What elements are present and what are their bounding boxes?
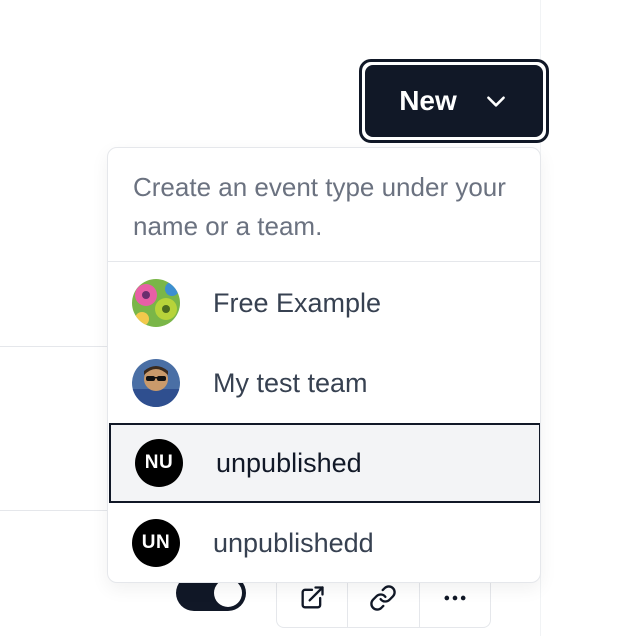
menu-item-label: Free Example — [213, 287, 382, 318]
dropdown-description: Create an event type under your name or … — [108, 148, 540, 262]
list-divider — [0, 346, 110, 347]
menu-item-unpublishedd[interactable]: UN unpublishedd — [108, 503, 540, 582]
avatar — [132, 359, 180, 407]
more-horizontal-icon — [444, 595, 466, 600]
menu-item-label: unpublishedd — [213, 527, 374, 558]
avatar — [132, 279, 180, 327]
menu-item-label: My test team — [213, 367, 368, 398]
new-event-type-dropdown: Create an event type under your name or … — [107, 147, 541, 583]
menu-item-my-test-team[interactable]: My test team — [108, 343, 540, 423]
toggle-knob — [214, 579, 242, 607]
avatar: NU — [135, 439, 183, 487]
menu-item-free-example[interactable]: Free Example — [108, 263, 540, 343]
external-link-icon — [301, 585, 324, 608]
menu-item-label: unpublished — [216, 447, 362, 478]
new-button[interactable]: New — [365, 65, 543, 137]
list-divider — [0, 510, 110, 511]
person-avatar-image — [132, 359, 180, 407]
link-icon — [370, 584, 397, 611]
menu-item-unpublished[interactable]: NU unpublished — [109, 423, 540, 503]
chevron-down-icon — [486, 96, 505, 107]
avatar: UN — [132, 519, 180, 567]
new-button-label: New — [399, 85, 457, 116]
flower-avatar-image — [132, 279, 180, 327]
